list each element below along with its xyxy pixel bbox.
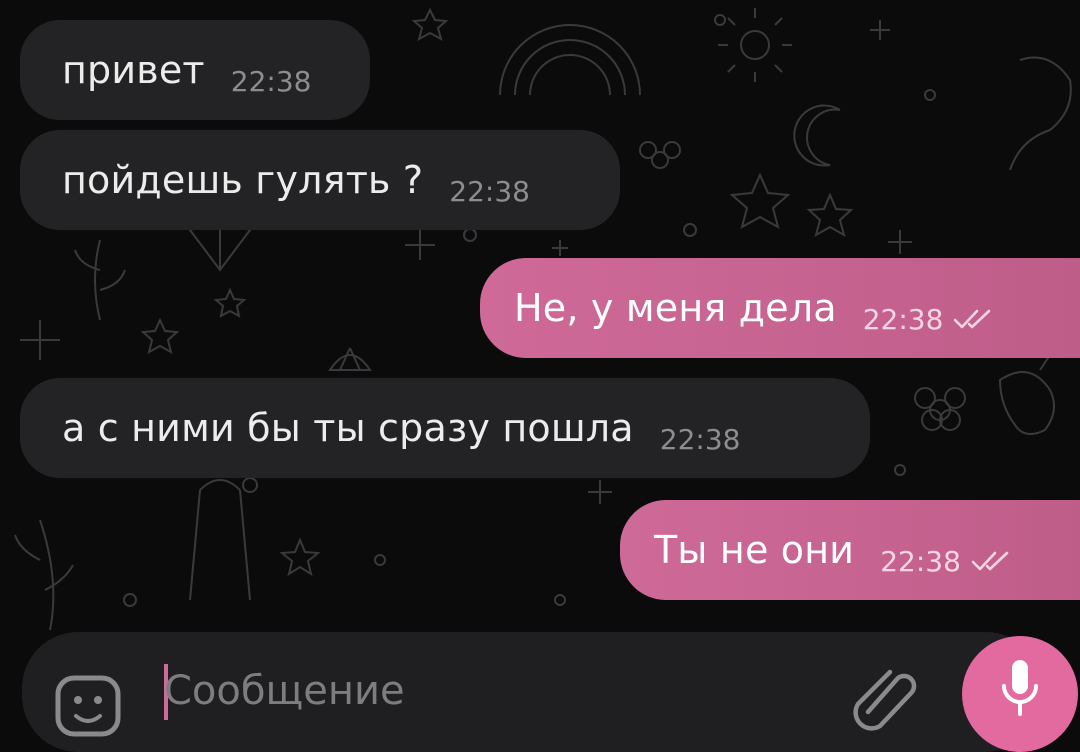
message-time: 22:38 (659, 422, 741, 456)
message-time: 22:38 (862, 302, 944, 336)
message-text: а с ними бы ты сразу пошла (62, 406, 634, 450)
microphone-button[interactable] (962, 636, 1078, 752)
double-check-read-icon (954, 309, 991, 329)
message-time: 22:38 (880, 544, 961, 578)
paperclip-icon[interactable] (850, 660, 922, 732)
outgoing-message-bubble[interactable]: Ты не они 22:38 (620, 500, 1080, 600)
incoming-message-bubble[interactable]: а с ними бы ты сразу пошла 22:38 (20, 378, 870, 478)
message-input[interactable]: Сообщение (164, 668, 405, 714)
emoji-icon[interactable] (52, 668, 124, 740)
message-text: пойдешь гулять ? (62, 158, 424, 202)
incoming-message-bubble[interactable]: привет 22:38 (20, 20, 370, 120)
microphone-icon (1002, 660, 1038, 716)
double-check-read-icon (971, 551, 1009, 571)
message-text: Ты не они (654, 528, 855, 572)
message-time: 22:38 (449, 174, 530, 208)
message-time: 22:38 (230, 64, 312, 98)
outgoing-message-bubble[interactable]: Не, у меня дела 22:38 (480, 258, 1080, 358)
message-text: привет (62, 48, 205, 92)
incoming-message-bubble[interactable]: пойдешь гулять ? 22:38 (20, 130, 620, 230)
message-text: Не, у меня дела (514, 286, 837, 330)
